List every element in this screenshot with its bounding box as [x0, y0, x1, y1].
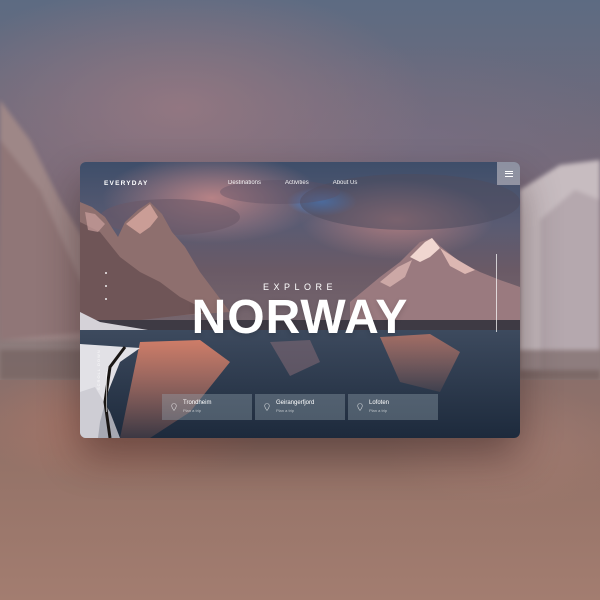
destination-cta: Plan a trip: [183, 408, 202, 413]
destination-name: Geirangerfjord: [276, 400, 315, 406]
main-nav: Destinations Activities About Us: [228, 180, 357, 186]
hamburger-icon: [504, 170, 513, 177]
scroll-label: SCROLL DOWN: [96, 349, 101, 390]
side-divider: [106, 372, 107, 412]
map-pin-icon: [171, 403, 177, 411]
hero-card: EVERYDAY Destinations Activities About U…: [80, 162, 520, 438]
nav-about-us[interactable]: About Us: [333, 180, 358, 186]
map-pin-icon: [357, 403, 363, 411]
destination-card-geirangerfjord[interactable]: Geirangerfjord Plan a trip: [255, 394, 345, 420]
nav-activities[interactable]: Activities: [285, 180, 309, 186]
map-pin-icon: [264, 403, 270, 411]
nav-destinations[interactable]: Destinations: [228, 180, 261, 186]
destination-card-trondheim[interactable]: Trondheim Plan a trip: [162, 394, 252, 420]
slide-dot[interactable]: [105, 272, 107, 274]
brand-logo[interactable]: EVERYDAY: [104, 180, 149, 187]
menu-button[interactable]: [497, 162, 520, 185]
destination-name: Trondheim: [183, 400, 212, 406]
top-navigation: EVERYDAY Destinations Activities About U…: [80, 162, 520, 204]
destination-card-lofoten[interactable]: Lofoten Plan a trip: [348, 394, 438, 420]
destination-cta: Plan a trip: [369, 408, 388, 413]
destination-name: Lofoten: [369, 400, 390, 406]
destination-cta: Plan a trip: [276, 408, 295, 413]
hero-title: NORWAY: [191, 291, 409, 344]
destination-cards: Trondheim Plan a trip Geirangerfjord Pla…: [162, 394, 438, 420]
